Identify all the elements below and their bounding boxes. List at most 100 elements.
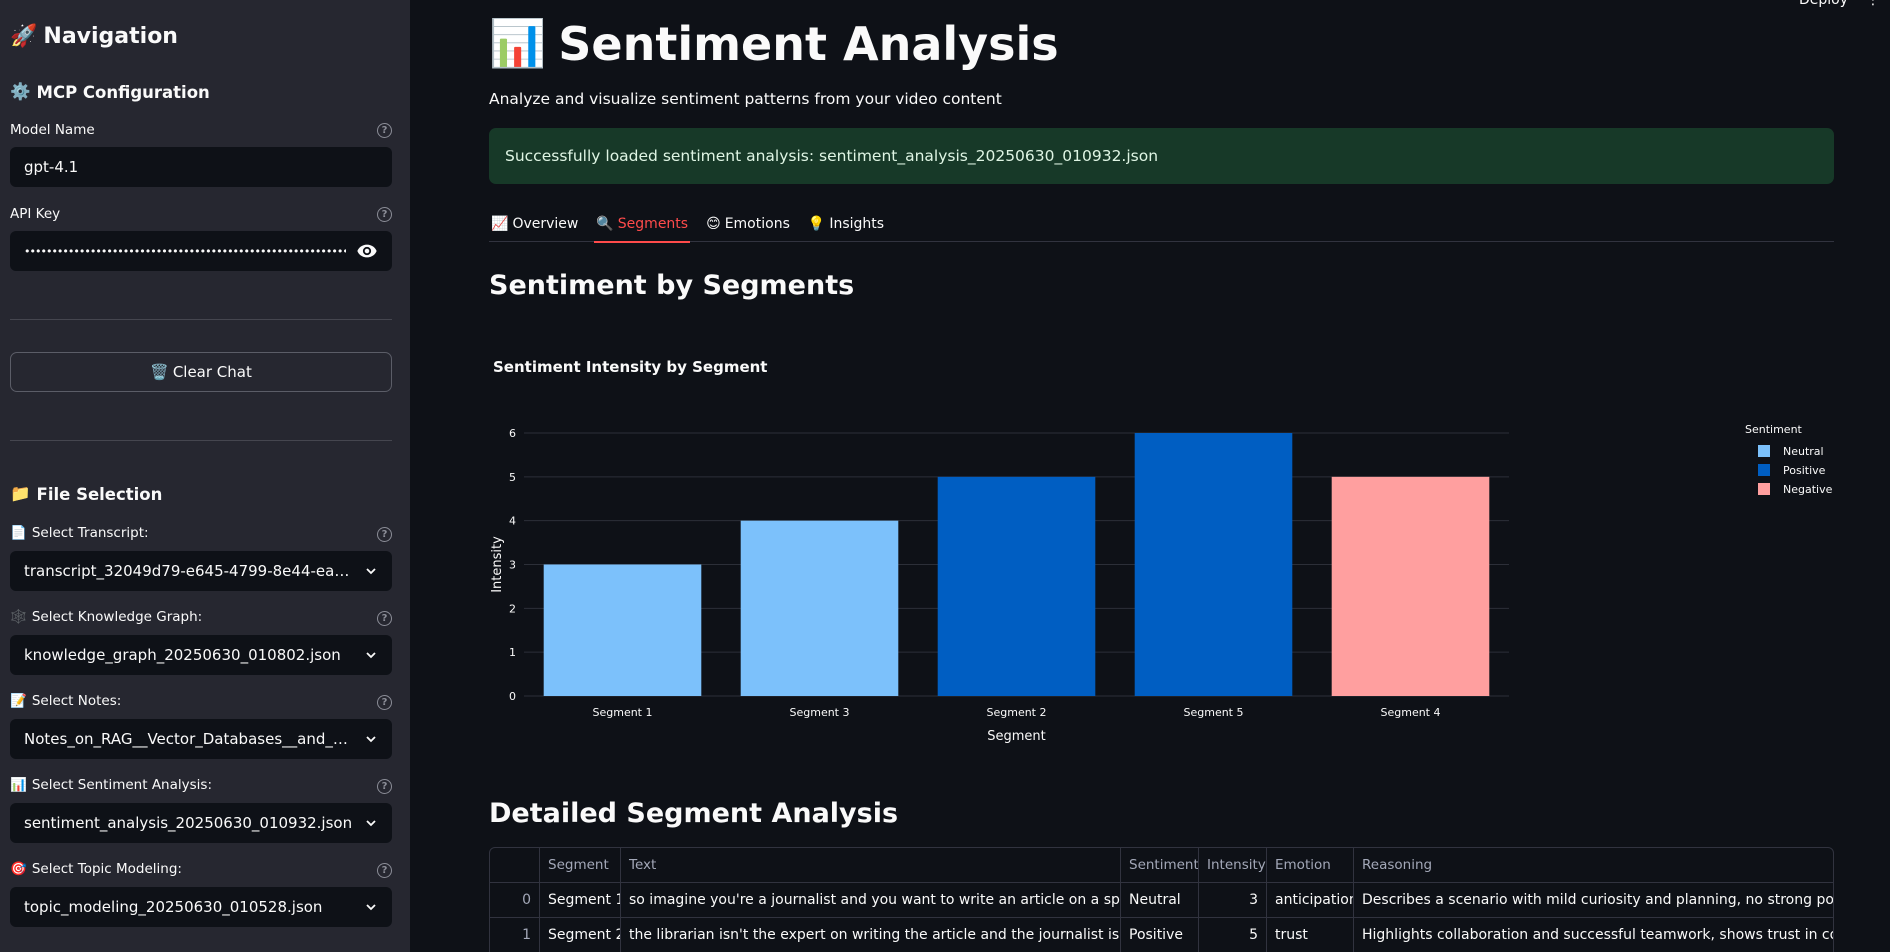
select-knowledge-graph[interactable]: knowledge_graph_20250630_010802.json	[10, 635, 392, 675]
x-tick-label: Segment 1	[593, 706, 653, 719]
select-sentiment-analysis[interactable]: sentiment_analysis_20250630_010932.json	[10, 803, 392, 843]
select-sentiment-label: 📊 Select Sentiment Analysis:	[10, 777, 212, 793]
network-icon: 🕸️	[10, 609, 27, 625]
table-header-intensity[interactable]: Intensity	[1199, 848, 1267, 882]
api-key-input[interactable]: ••••••••••••••••••••••••••••••••••••••••…	[10, 231, 392, 271]
bar	[543, 564, 702, 696]
select-knowledge-graph-value: knowledge_graph_20250630_010802.json	[24, 646, 341, 664]
cell-intensity[interactable]: 5	[1199, 918, 1267, 952]
cell-sentiment[interactable]: Positive	[1121, 918, 1199, 952]
eye-icon[interactable]	[356, 240, 378, 262]
select-topic-modeling[interactable]: topic_modeling_20250630_010528.json	[10, 887, 392, 927]
select-sentiment-label-text: Select Sentiment Analysis:	[31, 777, 212, 793]
select-transcript-label-text: Select Transcript:	[31, 525, 149, 541]
table-row[interactable]: 1 Segment 2 the librarian isn't the expe…	[490, 918, 1833, 952]
y-tick-label: 3	[509, 559, 516, 572]
magnifier-icon: 🔍	[596, 216, 614, 232]
select-knowledge-graph-label-text: Select Knowledge Graph:	[31, 609, 203, 625]
y-tick-label: 1	[509, 646, 516, 659]
deploy-button[interactable]: Deploy	[1799, 0, 1848, 8]
legend-label: Positive	[1783, 464, 1826, 477]
help-icon[interactable]: ?	[377, 863, 392, 878]
tab-segments[interactable]: 🔍 Segments	[594, 206, 690, 243]
tab-emotions[interactable]: 😊 Emotions	[704, 206, 792, 242]
select-notes-label: 📝 Select Notes:	[10, 693, 121, 709]
success-alert-text: Successfully loaded sentiment analysis: …	[505, 147, 1159, 165]
row-index: 0	[490, 883, 540, 917]
help-icon[interactable]: ?	[377, 695, 392, 710]
bar	[937, 476, 1096, 696]
segments-heading: Sentiment by Segments	[489, 270, 855, 301]
select-notes[interactable]: Notes_on_RAG__Vector_Databases__and_LL..…	[10, 719, 392, 759]
model-name-value: gpt-4.1	[24, 158, 79, 176]
legend-swatch	[1758, 464, 1770, 476]
tab-insights[interactable]: 💡 Insights	[806, 206, 886, 242]
bar	[740, 520, 899, 696]
help-icon[interactable]: ?	[377, 123, 392, 138]
chevron-down-icon	[366, 736, 376, 743]
cell-segment[interactable]: Segment 1	[540, 883, 621, 917]
trash-icon: 🗑️	[150, 363, 169, 381]
table-header-segment[interactable]: Segment	[540, 848, 621, 882]
legend-title: Sentiment	[1745, 423, 1803, 436]
x-tick-label: Segment 3	[790, 706, 850, 719]
help-icon[interactable]: ?	[377, 527, 392, 542]
file-selection-title-text: File Selection	[36, 484, 163, 504]
chevron-down-icon	[366, 820, 376, 827]
y-tick-label: 6	[509, 427, 516, 440]
table-header-emotion[interactable]: Emotion	[1267, 848, 1354, 882]
select-sentiment-value: sentiment_analysis_20250630_010932.json	[24, 814, 353, 832]
select-transcript-value: transcript_32049d79-e645-4799-8e44-ea881…	[24, 562, 356, 580]
legend-swatch	[1758, 445, 1770, 457]
cell-emotion[interactable]: trust	[1267, 918, 1354, 952]
sidebar: 🚀 Navigation ⚙️ MCP Configuration Model …	[0, 0, 410, 952]
memo-icon: 📝	[10, 693, 27, 709]
help-icon[interactable]: ?	[377, 207, 392, 222]
chart-increasing-icon: 📈	[491, 216, 509, 232]
y-tick-label: 5	[509, 471, 516, 484]
cell-text[interactable]: the librarian isn't the expert on writin…	[621, 918, 1121, 952]
clear-chat-button[interactable]: 🗑️ Clear Chat	[10, 352, 392, 392]
chevron-down-icon	[366, 652, 376, 659]
chart-title: Sentiment Intensity by Segment	[493, 358, 767, 376]
tab-overview[interactable]: 📈 Overview	[489, 206, 580, 242]
tab-insights-label: Insights	[829, 216, 885, 232]
bar-chart-icon: 📊	[489, 16, 547, 70]
navigation-title-text: Navigation	[43, 24, 178, 49]
sentiment-intensity-chart: Sentiment Intensity by Segment 0 1 2 3 4 5 6 Seg…	[489, 348, 1834, 748]
bar-chart-icon: 📊	[10, 777, 27, 793]
select-transcript-label: 📄 Select Transcript:	[10, 525, 149, 541]
target-icon: 🎯	[10, 861, 27, 877]
table-header-sentiment[interactable]: Sentiment	[1121, 848, 1199, 882]
table-header-text[interactable]: Text	[621, 848, 1121, 882]
table-header-reasoning[interactable]: Reasoning	[1354, 848, 1833, 882]
cell-text[interactable]: so imagine you're a journalist and you w…	[621, 883, 1121, 917]
mcp-config-title-text: MCP Configuration	[36, 82, 210, 102]
page-title: 📊 Sentiment Analysis	[489, 16, 1059, 71]
help-icon[interactable]: ?	[377, 779, 392, 794]
cell-segment[interactable]: Segment 2	[540, 918, 621, 952]
tab-bar: 📈 Overview 🔍 Segments 😊 Emotions 💡 Insig…	[489, 206, 1834, 243]
more-menu-icon[interactable]: ⋮	[1866, 0, 1880, 8]
table-row[interactable]: 0 Segment 1 so imagine you're a journali…	[490, 883, 1833, 918]
cell-intensity[interactable]: 3	[1199, 883, 1267, 917]
help-icon[interactable]: ?	[377, 611, 392, 626]
y-axis-label: Intensity	[490, 536, 505, 593]
segment-table: Segment Text Sentiment Intensity Emotion…	[489, 847, 1834, 952]
row-index: 1	[490, 918, 540, 952]
divider	[10, 319, 392, 320]
select-transcript[interactable]: transcript_32049d79-e645-4799-8e44-ea881…	[10, 551, 392, 591]
model-name-label: Model Name	[10, 122, 95, 138]
bar	[1134, 433, 1293, 696]
y-tick-label: 0	[509, 690, 516, 703]
cell-reasoning[interactable]: Highlights collaboration and successful …	[1354, 918, 1833, 952]
mcp-config-title: ⚙️ MCP Configuration	[10, 82, 210, 102]
bar	[1331, 476, 1490, 696]
page-subtitle: Analyze and visualize sentiment patterns…	[489, 90, 1002, 108]
cell-sentiment[interactable]: Neutral	[1121, 883, 1199, 917]
cell-reasoning[interactable]: Describes a scenario with mild curiosity…	[1354, 883, 1833, 917]
select-knowledge-graph-label: 🕸️ Select Knowledge Graph:	[10, 609, 202, 625]
cell-emotion[interactable]: anticipation	[1267, 883, 1354, 917]
model-name-input[interactable]: gpt-4.1	[10, 147, 392, 187]
smiley-icon: 😊	[706, 216, 721, 232]
